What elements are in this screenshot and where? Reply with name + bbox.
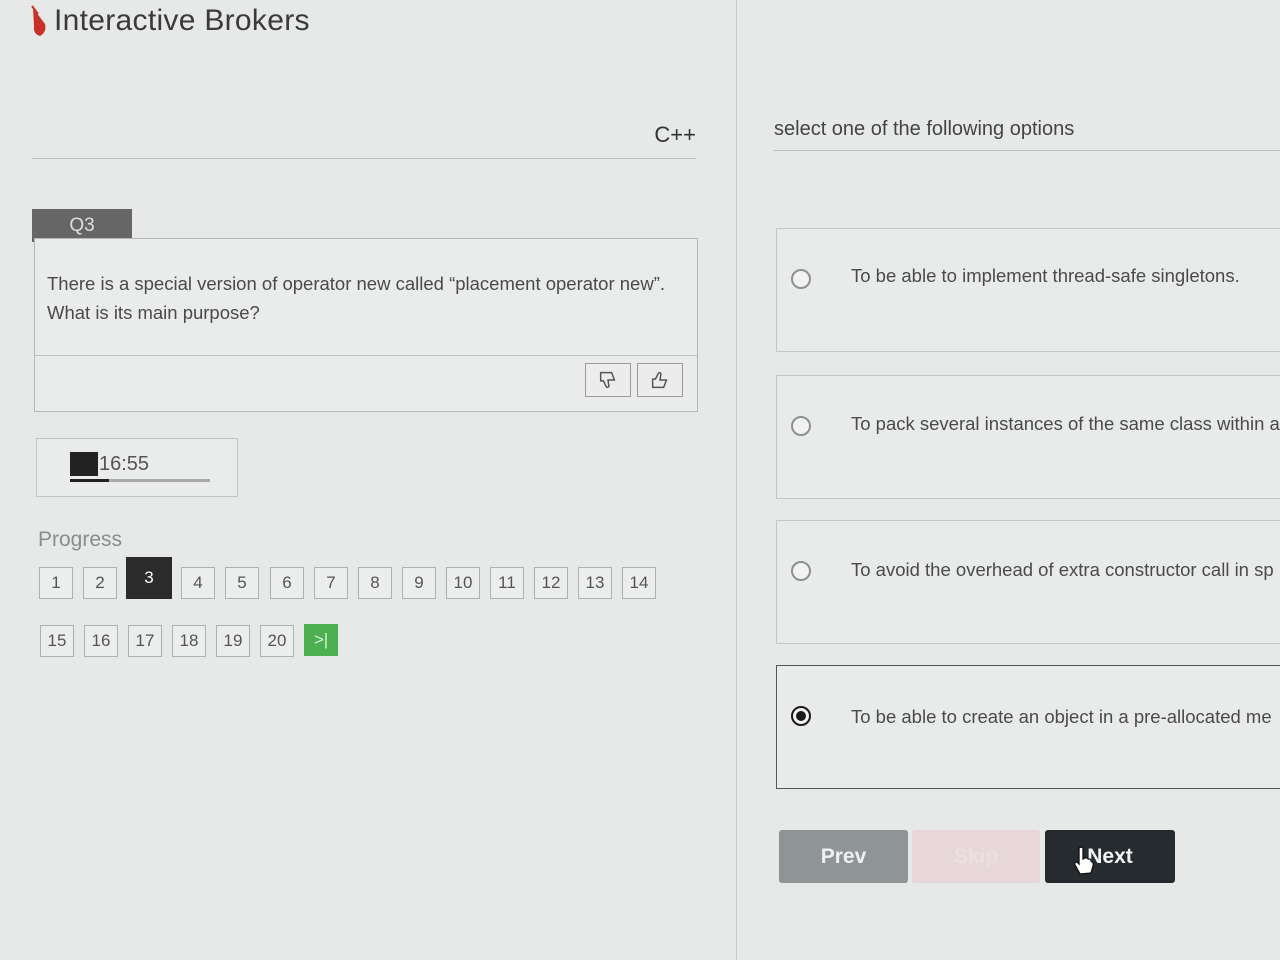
question-language: C++ [654, 122, 696, 147]
thumbs-up-icon [651, 371, 668, 389]
page-button-7[interactable]: 7 [314, 567, 348, 599]
answer-option-3[interactable]: To avoid the overhead of extra construct… [776, 520, 1280, 644]
answer-option-2[interactable]: To pack several instances of the same cl… [776, 375, 1280, 499]
timer-icon [70, 452, 98, 476]
timer-progress-fill [70, 479, 110, 482]
answer-option-text: To avoid the overhead of extra construct… [851, 559, 1274, 580]
page-button-18[interactable]: 18 [172, 625, 206, 657]
radio-button-4[interactable] [791, 706, 811, 726]
page-button-9[interactable]: 9 [402, 567, 436, 599]
prev-button[interactable]: Prev [779, 830, 908, 883]
question-card-separator [35, 355, 697, 356]
page-button-15[interactable]: 15 [40, 625, 74, 657]
radio-button-2[interactable] [791, 416, 811, 436]
answer-option-text: To be able to create an object in a pre-… [851, 706, 1272, 727]
page-button-14[interactable]: 14 [622, 567, 656, 599]
answer-option-4[interactable]: To be able to create an object in a pre-… [776, 665, 1280, 789]
panel-divider [736, 0, 737, 960]
page-button-12[interactable]: 12 [534, 567, 568, 599]
dislike-button[interactable] [585, 363, 631, 397]
page-button-16[interactable]: 16 [84, 625, 118, 657]
last-page-button[interactable]: >| [304, 624, 338, 656]
header-rule-right [774, 150, 1280, 151]
hand-cursor-icon [1074, 846, 1094, 875]
brand-name: Interactive Brokers [54, 4, 310, 37]
thumbs-down-icon [599, 371, 616, 389]
answer-option-text: To pack several instances of the same cl… [851, 413, 1280, 434]
ib-logo-icon [31, 5, 46, 36]
timer-progress-track [70, 479, 210, 482]
page-button-4[interactable]: 4 [181, 567, 215, 599]
page-button-5[interactable]: 5 [225, 567, 259, 599]
page-button-2[interactable]: 2 [83, 567, 117, 599]
brand-logo: Interactive Brokers [30, 4, 310, 38]
radio-button-1[interactable] [791, 269, 811, 289]
page-button-11[interactable]: 11 [490, 567, 524, 599]
page-button-10[interactable]: 10 [446, 567, 480, 599]
question-card: There is a special version of operator n… [34, 238, 698, 412]
page-button-17[interactable]: 17 [128, 625, 162, 657]
page-button-19[interactable]: 19 [216, 625, 250, 657]
next-button[interactable]: Next [1045, 830, 1175, 883]
answer-option-1[interactable]: To be able to implement thread-safe sing… [776, 228, 1280, 352]
radio-button-3[interactable] [791, 561, 811, 581]
like-button[interactable] [637, 363, 683, 397]
page-button-1[interactable]: 1 [39, 567, 73, 599]
header-rule-left [32, 158, 696, 159]
page-button-8[interactable]: 8 [358, 567, 392, 599]
page-button-13[interactable]: 13 [578, 567, 612, 599]
timer-value: 16:55 [99, 453, 150, 475]
skip-button[interactable]: Skip [912, 830, 1040, 883]
page-button-6[interactable]: 6 [270, 567, 304, 599]
question-text-line-2: What is its main purpose? [47, 302, 260, 323]
page-button-3[interactable]: 3 [126, 557, 172, 599]
countdown-timer: 16:55 [36, 438, 238, 497]
question-text: There is a special version of operator n… [47, 269, 677, 327]
progress-label: Progress [38, 528, 123, 551]
question-text-line-1: There is a special version of operator n… [47, 273, 666, 294]
answer-instruction: select one of the following options [774, 118, 1075, 140]
page-button-20[interactable]: 20 [260, 625, 294, 657]
answer-option-text: To be able to implement thread-safe sing… [851, 265, 1240, 286]
